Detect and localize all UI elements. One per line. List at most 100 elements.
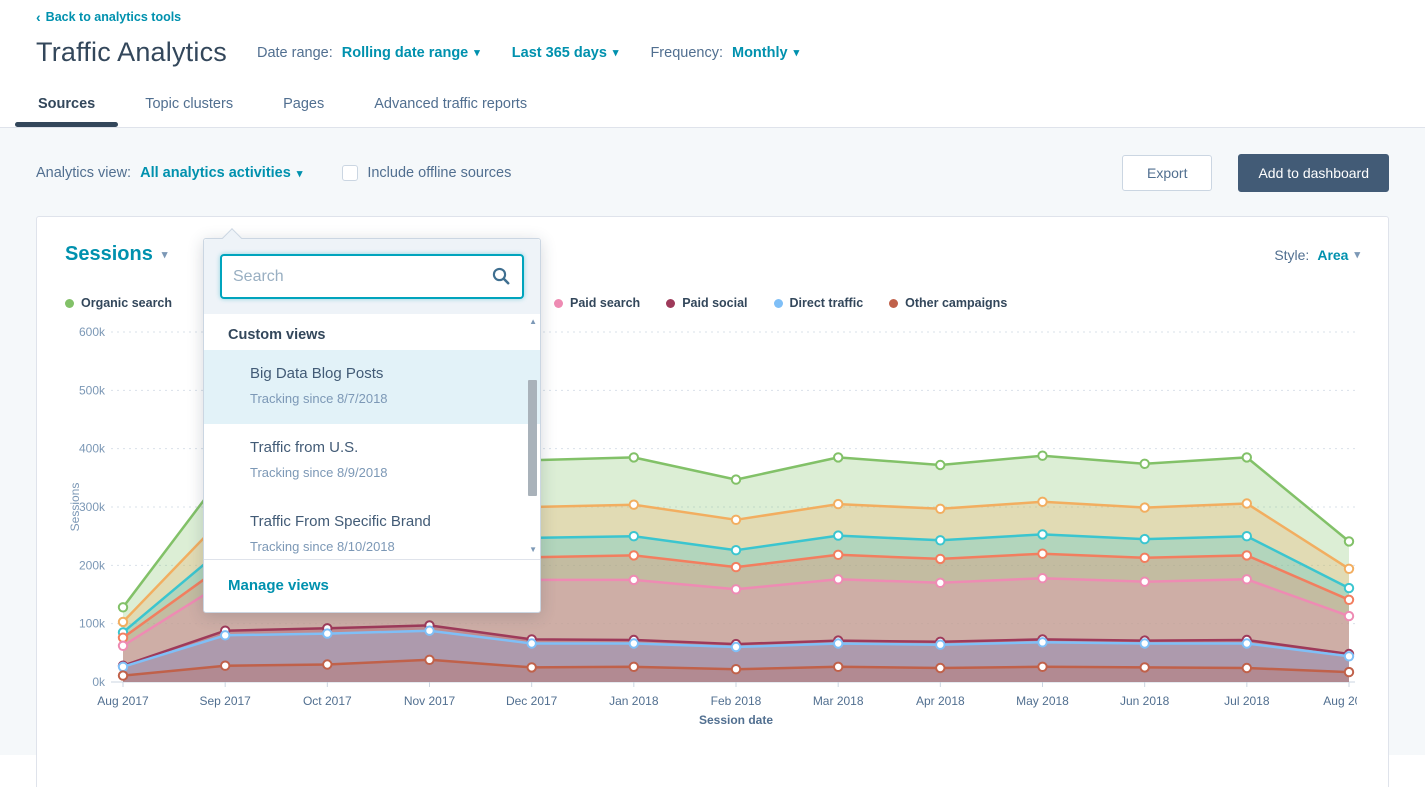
point-paid-search-feb-2018[interactable]	[732, 585, 740, 593]
date-range-type-dropdown[interactable]: Rolling date range ▾	[342, 45, 480, 61]
point-direct-traffic-mar-2018[interactable]	[834, 639, 842, 647]
legend-item-direct-traffic[interactable]: Direct traffic	[774, 296, 864, 310]
point-unlabeled-teal-jun-2018[interactable]	[1141, 535, 1149, 543]
add-to-dashboard-button[interactable]: Add to dashboard	[1238, 154, 1389, 192]
legend-item-organic-search[interactable]: Organic search	[65, 296, 172, 310]
point-paid-search-may-2018[interactable]	[1038, 574, 1046, 582]
point-direct-traffic-nov-2017[interactable]	[425, 627, 433, 635]
x-axis-title: Session date	[699, 713, 773, 727]
point-unlabeled-coral-aug-2018[interactable]	[1345, 596, 1353, 604]
point-other-campaigns-aug-2017[interactable]	[119, 671, 127, 679]
point-organic-search-aug-2017[interactable]	[119, 603, 127, 611]
point-organic-search-feb-2018[interactable]	[732, 475, 740, 483]
export-button[interactable]: Export	[1122, 155, 1212, 191]
point-direct-traffic-aug-2017[interactable]	[119, 663, 127, 671]
point-unlabeled-teal-jan-2018[interactable]	[630, 532, 638, 540]
point-unlabeled-coral-mar-2018[interactable]	[834, 551, 842, 559]
point-unlabeled-orange-jun-2018[interactable]	[1141, 503, 1149, 511]
point-direct-traffic-jul-2018[interactable]	[1243, 639, 1251, 647]
point-other-campaigns-jul-2018[interactable]	[1243, 664, 1251, 672]
metric-dropdown[interactable]: Sessions ▾	[65, 243, 167, 266]
point-unlabeled-orange-aug-2017[interactable]	[119, 618, 127, 626]
point-paid-search-jan-2018[interactable]	[630, 576, 638, 584]
point-other-campaigns-jun-2018[interactable]	[1141, 663, 1149, 671]
point-paid-search-jun-2018[interactable]	[1141, 578, 1149, 586]
style-dropdown[interactable]: Area ▾	[1317, 247, 1360, 263]
point-unlabeled-orange-apr-2018[interactable]	[936, 505, 944, 513]
point-unlabeled-coral-apr-2018[interactable]	[936, 555, 944, 563]
point-other-campaigns-aug-2018[interactable]	[1345, 668, 1353, 676]
point-unlabeled-orange-jan-2018[interactable]	[630, 501, 638, 509]
point-paid-search-aug-2018[interactable]	[1345, 612, 1353, 620]
point-unlabeled-coral-jun-2018[interactable]	[1141, 554, 1149, 562]
tab-advanced-traffic-reports[interactable]: Advanced traffic reports	[372, 92, 529, 127]
point-organic-search-jun-2018[interactable]	[1141, 460, 1149, 468]
point-unlabeled-orange-feb-2018[interactable]	[732, 516, 740, 524]
point-organic-search-may-2018[interactable]	[1038, 452, 1046, 460]
tab-pages[interactable]: Pages	[281, 92, 326, 127]
manage-views-link[interactable]: Manage views	[228, 577, 329, 594]
point-direct-traffic-aug-2018[interactable]	[1345, 652, 1353, 660]
point-other-campaigns-mar-2018[interactable]	[834, 663, 842, 671]
point-other-campaigns-apr-2018[interactable]	[936, 664, 944, 672]
point-unlabeled-coral-jan-2018[interactable]	[630, 551, 638, 559]
point-organic-search-mar-2018[interactable]	[834, 453, 842, 461]
legend-item-paid-social[interactable]: Paid social	[666, 296, 747, 310]
tab-topic-clusters[interactable]: Topic clusters	[143, 92, 235, 127]
point-unlabeled-coral-feb-2018[interactable]	[732, 563, 740, 571]
include-offline-checkbox[interactable]	[342, 165, 358, 181]
search-input[interactable]	[220, 254, 524, 299]
point-direct-traffic-may-2018[interactable]	[1038, 638, 1046, 646]
point-unlabeled-orange-aug-2018[interactable]	[1345, 565, 1353, 573]
point-direct-traffic-apr-2018[interactable]	[936, 641, 944, 649]
point-direct-traffic-jan-2018[interactable]	[630, 639, 638, 647]
point-unlabeled-coral-may-2018[interactable]	[1038, 550, 1046, 558]
point-other-campaigns-oct-2017[interactable]	[323, 660, 331, 668]
tab-sources[interactable]: Sources	[36, 92, 97, 127]
point-unlabeled-teal-jul-2018[interactable]	[1243, 532, 1251, 540]
point-direct-traffic-sep-2017[interactable]	[221, 631, 229, 639]
legend-item-other-campaigns[interactable]: Other campaigns	[889, 296, 1007, 310]
point-direct-traffic-dec-2017[interactable]	[528, 639, 536, 647]
view-item-big-data-blog-posts[interactable]: Big Data Blog Posts Tracking since 8/7/2…	[204, 350, 540, 424]
point-other-campaigns-sep-2017[interactable]	[221, 662, 229, 670]
point-unlabeled-coral-jul-2018[interactable]	[1243, 551, 1251, 559]
point-other-campaigns-jan-2018[interactable]	[630, 663, 638, 671]
point-paid-search-jul-2018[interactable]	[1243, 575, 1251, 583]
back-link[interactable]: ‹ Back to analytics tools	[36, 10, 181, 24]
point-organic-search-apr-2018[interactable]	[936, 461, 944, 469]
analytics-view-label: Analytics view:	[36, 165, 131, 181]
analytics-view-dropdown[interactable]: All analytics activities ▾	[140, 165, 302, 181]
point-organic-search-jul-2018[interactable]	[1243, 453, 1251, 461]
point-unlabeled-teal-feb-2018[interactable]	[732, 546, 740, 554]
point-unlabeled-orange-may-2018[interactable]	[1038, 498, 1046, 506]
point-unlabeled-teal-apr-2018[interactable]	[936, 536, 944, 544]
point-paid-search-apr-2018[interactable]	[936, 579, 944, 587]
point-direct-traffic-oct-2017[interactable]	[323, 629, 331, 637]
date-range-period-dropdown[interactable]: Last 365 days ▾	[512, 45, 619, 61]
point-paid-search-mar-2018[interactable]	[834, 575, 842, 583]
point-unlabeled-orange-mar-2018[interactable]	[834, 500, 842, 508]
point-organic-search-aug-2018[interactable]	[1345, 537, 1353, 545]
point-unlabeled-teal-may-2018[interactable]	[1038, 530, 1046, 538]
x-tick-label: Nov 2017	[404, 694, 456, 708]
x-tick-label: Jun 2018	[1120, 694, 1170, 708]
legend-item-paid-search[interactable]: Paid search	[554, 296, 640, 310]
point-other-campaigns-dec-2017[interactable]	[528, 663, 536, 671]
point-direct-traffic-jun-2018[interactable]	[1141, 639, 1149, 647]
point-unlabeled-teal-mar-2018[interactable]	[834, 531, 842, 539]
point-direct-traffic-feb-2018[interactable]	[732, 643, 740, 651]
view-item-traffic-from-us[interactable]: Traffic from U.S. Tracking since 8/9/201…	[204, 424, 540, 498]
point-unlabeled-orange-jul-2018[interactable]	[1243, 499, 1251, 507]
point-unlabeled-teal-aug-2018[interactable]	[1345, 584, 1353, 592]
point-other-campaigns-may-2018[interactable]	[1038, 663, 1046, 671]
point-other-campaigns-feb-2018[interactable]	[732, 665, 740, 673]
scrollbar-down-icon[interactable]: ▼	[529, 545, 537, 554]
scrollbar-thumb[interactable]	[528, 380, 537, 496]
frequency-dropdown[interactable]: Monthly ▾	[732, 45, 799, 61]
view-item-traffic-from-specific-brand[interactable]: Traffic From Specific Brand Tracking sin…	[204, 498, 540, 559]
point-paid-search-aug-2017[interactable]	[119, 642, 127, 650]
point-organic-search-jan-2018[interactable]	[630, 453, 638, 461]
scrollbar-up-icon[interactable]: ▲	[529, 317, 537, 326]
point-other-campaigns-nov-2017[interactable]	[425, 656, 433, 664]
